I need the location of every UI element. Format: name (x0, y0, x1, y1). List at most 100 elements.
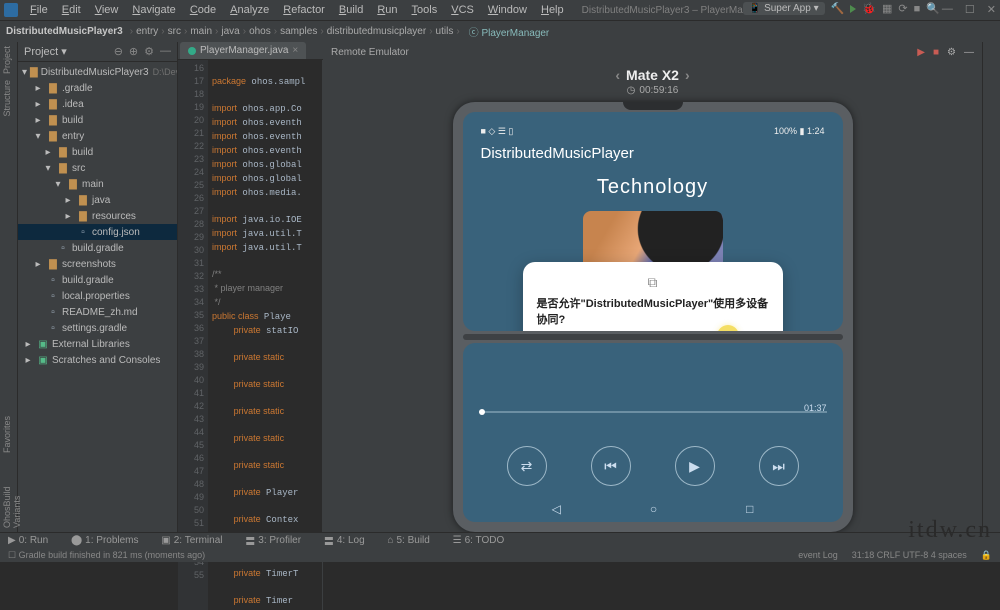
tree-lib[interactable]: ▸▣External Libraries (18, 336, 177, 352)
collapse-icon[interactable]: ⊖ (114, 45, 123, 58)
tree-folder[interactable]: ▸▇.idea (18, 96, 177, 112)
bottom-tab-run[interactable]: ▶ 0: Run (8, 535, 48, 546)
breadcrumb-root[interactable]: DistributedMusicPlayer3 (6, 26, 123, 37)
rail-build-variants[interactable]: OhosBuild Variants (2, 459, 15, 528)
breadcrumb-class[interactable]: ⓒ PlayerManager (469, 24, 550, 39)
breadcrumb-part[interactable]: src (168, 26, 181, 37)
breadcrumb-part[interactable]: main (190, 26, 212, 37)
chevron-right-icon[interactable]: › (685, 67, 690, 83)
emu-hide-icon[interactable]: ― (964, 47, 974, 58)
coverage-icon[interactable]: ▦ (882, 2, 892, 15)
time-total: 01:37 (804, 403, 827, 413)
player-controls: ⇄ ⏮ ▶ ⏭ (463, 446, 843, 486)
bottom-tab-terminal[interactable]: ▣ 2: Terminal (161, 535, 222, 546)
bottom-tab-todo[interactable]: ☰ 6: TODO (453, 535, 505, 546)
breadcrumb-part[interactable]: java (221, 26, 239, 37)
menu-view[interactable]: View (89, 2, 125, 18)
tree-folder[interactable]: ▾▇src (18, 160, 177, 176)
chevron-left-icon[interactable]: ‹ (615, 67, 620, 83)
tree-folder[interactable]: ▸▇java (18, 192, 177, 208)
tree-folder[interactable]: ▸▇.gradle (18, 80, 177, 96)
menu-code[interactable]: Code (184, 2, 222, 18)
menu-vcs[interactable]: VCS (445, 2, 480, 18)
tree-file[interactable]: ▫config.json (18, 224, 177, 240)
event-log-link[interactable]: event Log (798, 550, 838, 561)
run-icon[interactable] (850, 5, 856, 13)
close-icon[interactable]: ✕ (987, 3, 996, 16)
stop-icon[interactable]: ■ (914, 3, 921, 15)
project-tree[interactable]: ▾▇DistributedMusicPlayer3D:\DevEcoStudio… (18, 62, 177, 370)
breadcrumb-part[interactable]: entry (136, 26, 158, 37)
tree-folder[interactable]: ▸▇screenshots (18, 256, 177, 272)
bottom-tab-log[interactable]: 〓 4: Log (324, 533, 365, 548)
tree-file[interactable]: ▫build.gradle (18, 240, 177, 256)
tree-folder[interactable]: ▸▇resources (18, 208, 177, 224)
locate-icon[interactable]: ⊕ (129, 45, 138, 58)
menu-window[interactable]: Window (482, 2, 533, 18)
nav-back-icon[interactable]: ◁ (552, 502, 561, 516)
emu-run-icon[interactable]: ▶ (917, 47, 925, 58)
tree-folder[interactable]: ▾▇entry (18, 128, 177, 144)
breadcrumb-part[interactable]: samples (280, 26, 317, 37)
menu-tools[interactable]: Tools (406, 2, 444, 18)
menu-build[interactable]: Build (333, 2, 369, 18)
editor-tab-active[interactable]: PlayerManager.java × (180, 42, 306, 59)
phone-notch (623, 102, 683, 110)
menu-edit[interactable]: Edit (56, 2, 87, 18)
tree-folder[interactable]: ▾▇main (18, 176, 177, 192)
tree-file[interactable]: ▫README_zh.md (18, 304, 177, 320)
profile-icon[interactable]: ⟳ (898, 2, 907, 15)
hammer-icon[interactable]: 🔨 (831, 2, 845, 15)
phone-screen-top[interactable]: ■ ◇ ☰ ▯ 100% ▮ 1:24 DistributedMusicPlay… (463, 112, 843, 331)
devices-icon: ⧉ (537, 274, 769, 291)
rail-structure[interactable]: Structure (2, 80, 15, 117)
bottom-tab-build[interactable]: ⌂ 5: Build (387, 535, 429, 546)
progress-bar[interactable] (479, 411, 827, 413)
song-title: Technology (481, 176, 825, 199)
breadcrumb-part[interactable]: distributedmusicplayer (327, 26, 427, 37)
bottom-tab-problems[interactable]: ⬤ 1: Problems (71, 535, 139, 546)
tree-file[interactable]: ▫settings.gradle (18, 320, 177, 336)
menu-navigate[interactable]: Navigate (126, 2, 181, 18)
maximize-icon[interactable]: ☐ (965, 3, 975, 16)
project-dropdown[interactable]: Project (24, 46, 58, 58)
settings-icon[interactable]: ⚙ (144, 45, 154, 58)
tree-file[interactable]: ▫local.properties (18, 288, 177, 304)
next-button[interactable]: ⏭ (759, 446, 799, 486)
tree-file[interactable]: ▫build.gradle (18, 272, 177, 288)
rail-project[interactable]: Project (2, 46, 15, 74)
emu-settings-icon[interactable]: ⚙ (947, 47, 956, 58)
prev-button[interactable]: ⏮ (591, 446, 631, 486)
device-name: ‹ Mate X2 › (615, 67, 689, 83)
breadcrumb-part[interactable]: ohos (249, 26, 271, 37)
search-icon[interactable]: 🔍 (926, 2, 940, 15)
rail-favorites[interactable]: Favorites (2, 416, 15, 453)
menu-help[interactable]: Help (535, 2, 570, 18)
editor-area[interactable]: 1617181920212223242526272829303132333435… (178, 60, 323, 610)
tree-folder[interactable]: ▸▇build (18, 144, 177, 160)
tree-scratch[interactable]: ▸▣Scratches and Consoles (18, 352, 177, 368)
menu-refactor[interactable]: Refactor (277, 2, 331, 18)
shuffle-button[interactable]: ⇄ (507, 446, 547, 486)
nav-home-icon[interactable]: ○ (650, 502, 657, 516)
breadcrumb-part[interactable]: utils (436, 26, 454, 37)
menu-file[interactable]: File (24, 2, 54, 18)
debug-icon[interactable]: 🐞 (862, 2, 876, 15)
close-tab-icon[interactable]: × (292, 45, 298, 56)
breadcrumb: DistributedMusicPlayer3 › entry›src›main… (0, 20, 1000, 42)
emu-stop-icon[interactable]: ■ (933, 47, 939, 58)
menu-analyze[interactable]: Analyze (224, 2, 275, 18)
tree-folder[interactable]: ▸▇build (18, 112, 177, 128)
minimize-icon[interactable]: ― (942, 3, 953, 16)
editor-gutter: 1617181920212223242526272829303132333435… (178, 60, 208, 610)
editor-tabs: PlayerManager.java × (178, 42, 323, 60)
editor-code[interactable]: package ohos.sampl import ohos.app.Co im… (208, 60, 309, 610)
bottom-tab-profiler[interactable]: 〓 3: Profiler (245, 533, 301, 548)
menu-run[interactable]: Run (371, 2, 403, 18)
nav-recent-icon[interactable]: □ (746, 502, 753, 516)
play-button[interactable]: ▶ (675, 446, 715, 486)
phone-screen-bottom[interactable]: 01:37 ⇄ ⏮ ▶ ⏭ ◁ ○ □ (463, 343, 843, 522)
run-config-selector[interactable]: 📱 Super App ▾ (743, 2, 825, 15)
hide-icon[interactable]: ― (160, 45, 171, 58)
tree-root[interactable]: ▾▇DistributedMusicPlayer3D:\DevEcoStudio… (18, 64, 177, 80)
